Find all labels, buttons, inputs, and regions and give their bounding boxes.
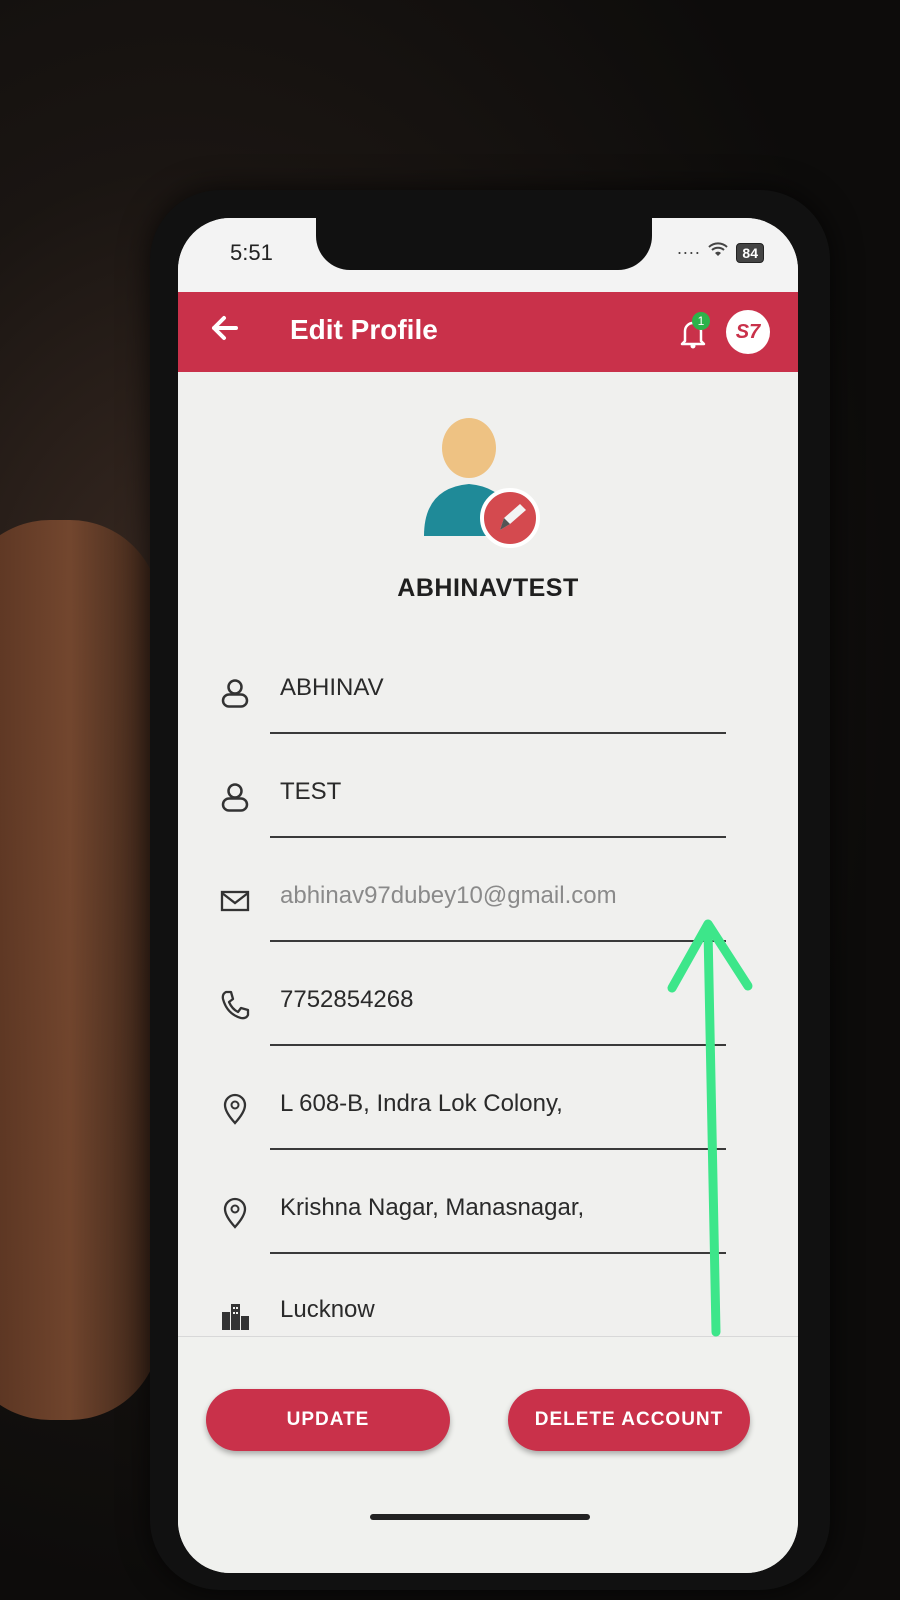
brand-logo: S7 [726, 310, 770, 354]
user-icon [221, 783, 249, 812]
field-underline [270, 1044, 726, 1046]
phone-field[interactable]: 7752854268 [218, 976, 738, 1046]
last-name-value: TEST [280, 778, 342, 805]
field-underline [270, 940, 726, 942]
address-line-2-field[interactable]: Krishna Nagar, Manasnagar, [218, 1184, 738, 1254]
battery-icon: 84 [736, 242, 764, 263]
phone-value: 7752854268 [280, 986, 414, 1013]
status-time: 5:51 [230, 240, 273, 265]
update-button[interactable]: UPDATE [206, 1389, 450, 1451]
field-underline [270, 836, 726, 838]
location-pin-icon [223, 1093, 247, 1125]
action-bar: UPDATE DELETE ACCOUNT [178, 1336, 798, 1573]
signal-icon: ···· [676, 242, 701, 262]
wifi-icon [708, 242, 729, 263]
last-name-field[interactable]: TEST [218, 768, 738, 838]
phone-icon [221, 990, 250, 1020]
field-underline [270, 732, 726, 734]
profile-username: ABHINAVTEST [397, 574, 579, 602]
back-arrow-icon[interactable] [206, 310, 246, 350]
delete-account-button[interactable]: DELETE ACCOUNT [508, 1389, 750, 1451]
app-bar: Edit Profile 1 S7 [178, 292, 798, 372]
address-line-1-value: L 608-B, Indra Lok Colony, [280, 1090, 563, 1117]
first-name-field[interactable]: ABHINAV [218, 664, 738, 734]
address-line-2-value: Krishna Nagar, Manasnagar, [280, 1194, 585, 1221]
phone-screen: 5:51 ···· 84 Edit Profile 1 S7 ABHINAVTE… [178, 218, 798, 1573]
first-name-value: ABHINAV [280, 674, 384, 701]
hand-background [0, 520, 160, 1420]
status-icons: ···· 84 [676, 242, 764, 263]
email-field[interactable]: abhinav97dubey10@gmail.com [218, 872, 738, 942]
notch [316, 218, 652, 270]
location-pin-icon [223, 1197, 247, 1229]
mail-icon [220, 890, 250, 912]
field-underline [270, 1148, 726, 1150]
user-icon [221, 679, 249, 708]
profile-avatar-edit-icon[interactable] [414, 418, 544, 548]
home-indicator [370, 1514, 590, 1520]
city-buildings-icon [222, 1304, 249, 1330]
address-line-1-field[interactable]: L 608-B, Indra Lok Colony, [218, 1080, 738, 1150]
email-value: abhinav97dubey10@gmail.com [280, 882, 617, 909]
field-underline [270, 1252, 726, 1254]
notification-badge: 1 [692, 312, 710, 330]
page-title: Edit Profile [290, 314, 438, 345]
city-value: Lucknow [280, 1296, 375, 1323]
